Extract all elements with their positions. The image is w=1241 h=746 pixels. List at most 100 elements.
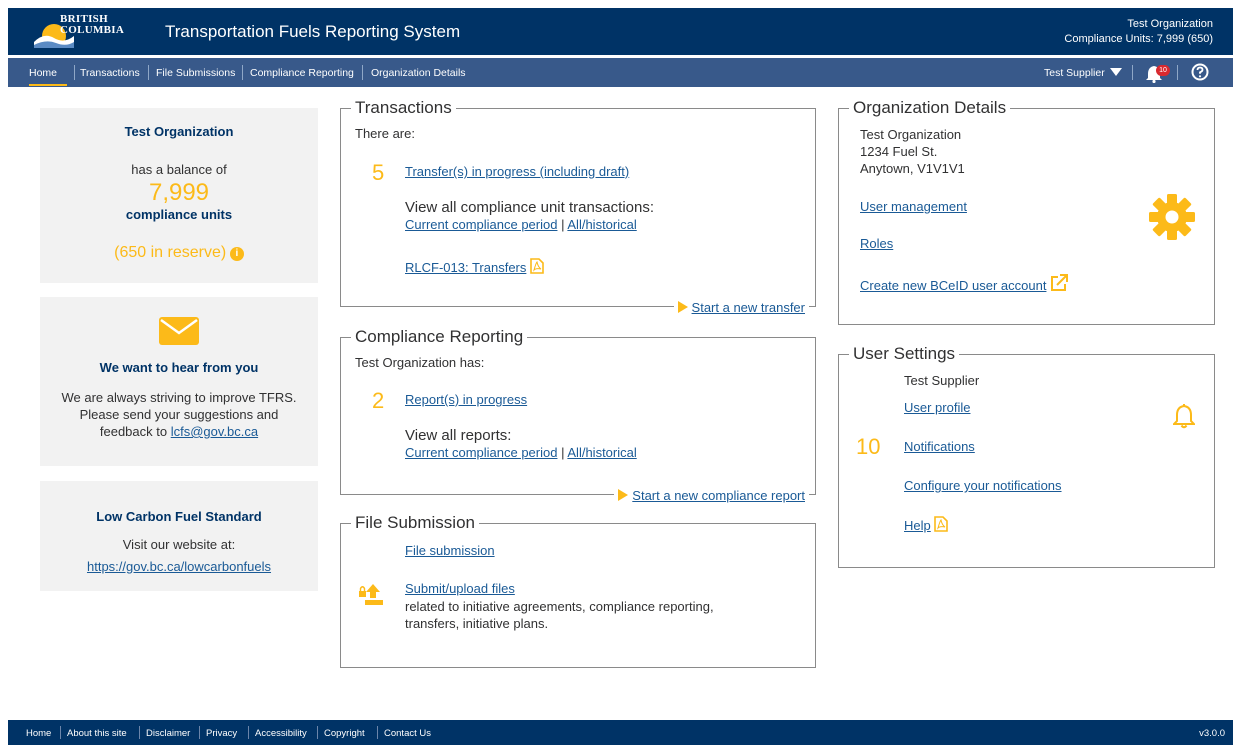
header-org-info: Test Organization Compliance Units: 7,99… [1064,17,1213,47]
footer-copyright[interactable]: Copyright [324,728,365,739]
transfers-count: 5 [372,160,385,185]
reports-in-progress-link[interactable]: Report(s) in progress [405,392,527,408]
start-transfer-row: Start a new transfer [673,300,809,315]
envelope-icon [159,317,199,345]
user-settings-name: Test Supplier [904,373,980,388]
footer-privacy[interactable]: Privacy [206,728,237,739]
compliance-panel: Compliance Reporting Test Organization h… [340,327,816,503]
file-submission-legend: File Submission [351,513,479,533]
user-menu-label[interactable]: Test Supplier [1044,67,1105,79]
external-link-icon[interactable] [1050,274,1069,292]
app-title[interactable]: Transportation Fuels Reporting System [165,22,460,42]
nav-compliance-reporting[interactable]: Compliance Reporting [250,67,354,79]
compliance-period-links: Current compliance period | All/historic… [405,445,637,461]
nav-divider [74,65,75,80]
file-submission-link[interactable]: File submission [405,543,495,559]
create-bceid-link[interactable]: Create new BCeID user account [860,278,1046,293]
footer-home[interactable]: Home [26,728,51,739]
reserve-line: (650 in reserve) i [40,244,318,262]
user-management-link[interactable]: User management [860,199,967,215]
start-new-transfer-link[interactable]: Start a new transfer [692,300,805,315]
reports-count: 2 [372,388,385,413]
footer-accessibility[interactable]: Accessibility [255,728,307,739]
footer-divider [377,726,378,739]
footer-about[interactable]: About this site [67,728,127,739]
feedback-body: We are always striving to improve TFRS. … [40,389,318,440]
app-version: v3.0.0 [1199,728,1225,739]
info-icon[interactable]: i [229,247,244,261]
user-profile-link[interactable]: User profile [904,400,970,416]
organization-details-panel: Organization Details Test Organization 1… [838,98,1215,325]
bell-outline-icon [1173,404,1195,429]
balance-value: 7,999 [148,179,210,206]
compliance-intro: Test Organization has: [355,355,485,370]
start-new-compliance-report-link[interactable]: Start a new compliance report [632,488,805,503]
transactions-legend: Transactions [351,98,456,118]
compliance-view-all: View all reports: [405,427,512,444]
file-submission-desc2: transfers, initiative plans. [405,616,549,631]
compliance-historical-link[interactable]: All/historical [567,445,636,460]
lcfs-title: Low Carbon Fuel Standard [96,509,262,524]
feedback-line3: feedback to [99,424,168,439]
main-nav: Home Transactions File Submissions Compl… [8,58,1233,87]
transactions-view-all: View all compliance unit transactions: [405,199,655,216]
logo-line2: COLUMBIA [60,24,125,36]
file-submission-description: related to initiative agreements, compli… [405,598,714,632]
nav-transactions[interactable]: Transactions [80,67,140,79]
footer-divider [60,726,61,739]
footer-divider [248,726,249,739]
file-submission-desc1: related to initiative agreements, compli… [405,599,714,614]
org-address: Test Organization 1234 Fuel St. Anytown,… [860,126,965,177]
header-org-name: Test Organization [1127,18,1213,30]
notifications-link[interactable]: Notifications [904,439,975,455]
nav-divider [242,65,243,80]
transactions-intro: There are: [355,126,415,141]
help-row: Help [904,516,949,534]
feedback-line2: Please send your suggestions and [79,407,279,422]
roles-link[interactable]: Roles [860,236,893,252]
nav-home[interactable]: Home [29,67,57,79]
footer-divider [317,726,318,739]
transactions-historical-link[interactable]: All/historical [567,217,636,232]
footer-disclaimer[interactable]: Disclaimer [146,728,190,739]
rlcf-transfers-link[interactable]: RLCF-013: Transfers [405,260,526,275]
link-separator: | [561,445,565,460]
footer-divider [199,726,200,739]
user-settings-panel: User Settings Test Supplier User profile… [838,344,1215,568]
pdf-icon[interactable] [530,258,544,274]
play-arrow-icon [677,301,688,313]
reserve-text: (650 in reserve) [114,244,227,261]
transfers-in-progress-link[interactable]: Transfer(s) in progress (including draft… [405,164,629,180]
footer-contact[interactable]: Contact Us [384,728,431,739]
help-link[interactable]: Help [904,518,931,533]
notification-count-badge[interactable]: 10 [1156,65,1170,76]
nav-active-indicator [29,84,67,86]
rlcf-transfers-row: RLCF-013: Transfers [405,258,544,276]
feedback-card: We want to hear from you We are always s… [40,297,318,466]
pdf-icon[interactable] [934,516,949,532]
notifications-count: 10 [856,434,881,459]
upload-icon [359,584,383,605]
lcfs-visit: Visit our website at: [122,537,236,552]
nav-file-submissions[interactable]: File Submissions [156,67,235,79]
nav-organization-details[interactable]: Organization Details [371,67,466,79]
file-submission-panel: File Submission File submission Submit/u… [340,513,816,668]
header-compliance-units: Compliance Units: 7,999 (650) [1064,33,1213,45]
submit-upload-files-link[interactable]: Submit/upload files [405,581,515,597]
caret-down-icon[interactable] [1110,68,1122,77]
org-details-legend: Organization Details [849,98,1011,118]
lcfs-website-link[interactable]: https://gov.bc.ca/lowcarbonfuels [40,559,318,574]
logo-text: BRITISH COLUMBIA [60,14,124,36]
app-header: BRITISH COLUMBIA Transportation Fuels Re… [8,8,1233,55]
feedback-email-link[interactable]: lcfs@gov.bc.ca [171,424,258,439]
balance-org-name: Test Organization [124,124,234,139]
compliance-units-label: compliance units [125,207,233,222]
configure-notifications-link[interactable]: Configure your notifications [904,478,1062,494]
nav-divider [148,65,149,80]
help-circle-icon[interactable] [1191,63,1209,81]
transactions-current-period-link[interactable]: Current compliance period [405,217,557,232]
org-name: Test Organization [860,127,962,142]
compliance-current-period-link[interactable]: Current compliance period [405,445,557,460]
balance-label: has a balance of [131,162,227,177]
user-settings-legend: User Settings [849,344,960,364]
